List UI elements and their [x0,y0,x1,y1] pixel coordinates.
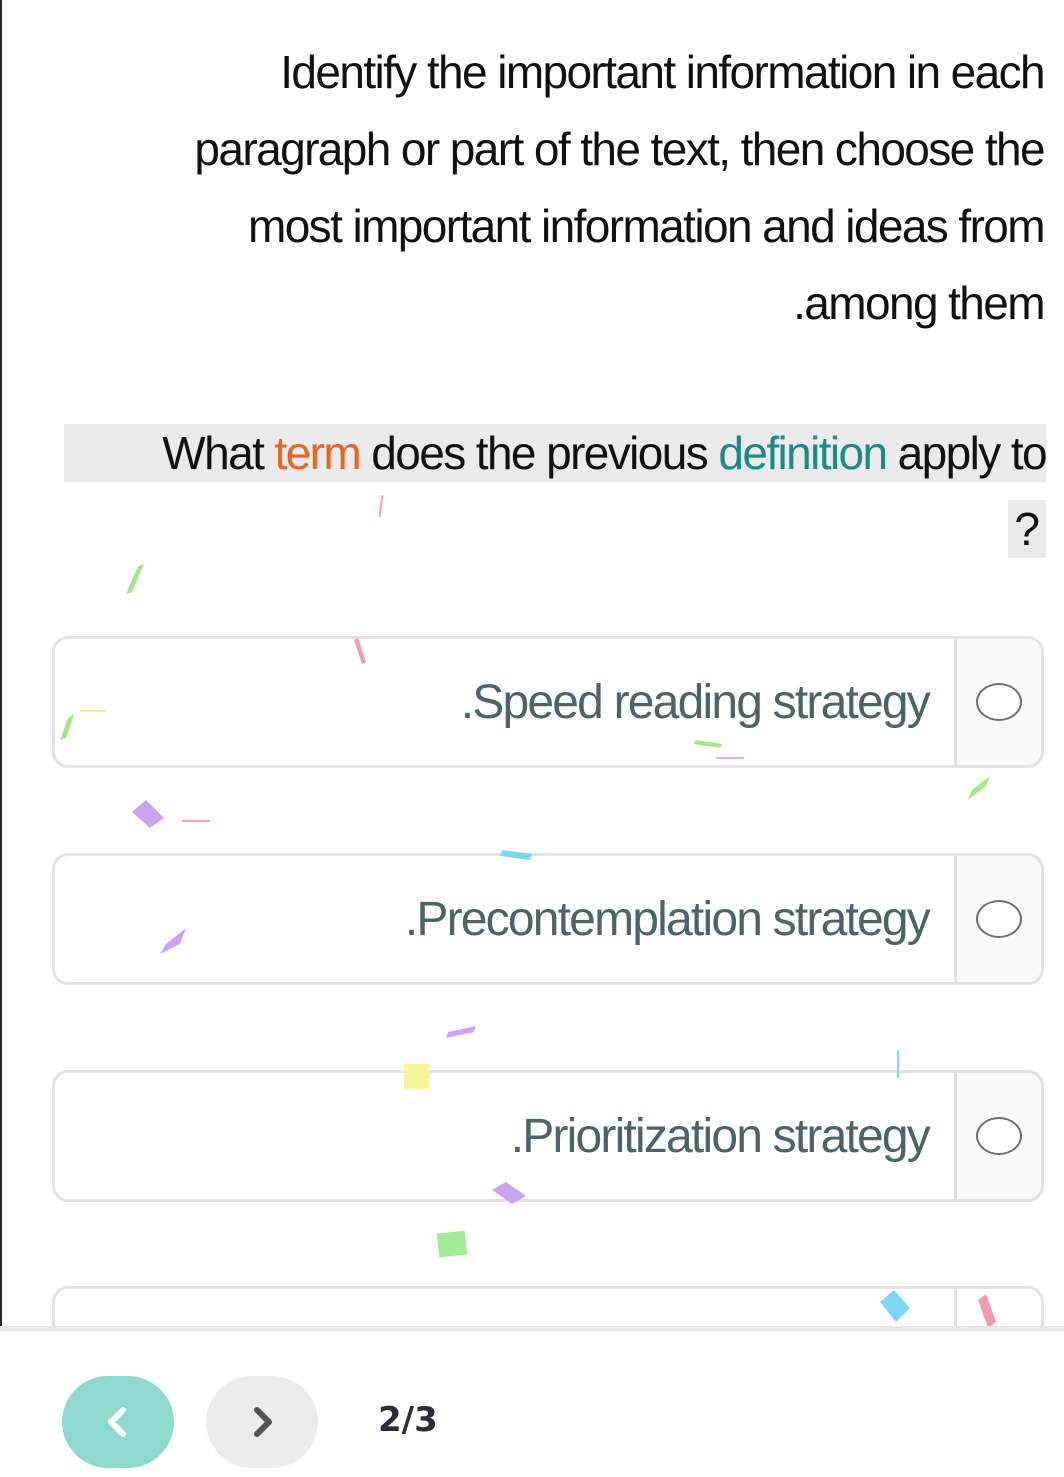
question-mark: ? [1008,500,1046,558]
answer-option-3[interactable]: .Prioritization strategy [52,1070,1044,1202]
radio-button[interactable] [976,900,1022,938]
instructions-text: Identify the important information in ea… [84,34,1046,342]
radio-cell[interactable] [954,856,1041,982]
confetti-piece [446,1026,476,1038]
question-part-3: apply to [886,427,1048,479]
question-part-1: What [162,427,275,479]
answer-option-2[interactable]: .Precontemplation strategy [52,853,1044,985]
instructions-line-4: .among them [793,277,1045,329]
answer-option-label: .Precontemplation strategy [404,892,931,946]
question-term-highlight: term [274,427,361,479]
confetti-piece [132,800,164,828]
previous-button[interactable] [62,1376,174,1468]
instructions-line-1: Identify the important information in ea… [280,46,1045,98]
radio-button[interactable] [976,683,1022,721]
radio-button[interactable] [976,1117,1022,1155]
confetti-piece [182,820,210,822]
chevron-right-icon [254,1407,272,1437]
confetti-piece [436,1230,468,1258]
answer-option-1[interactable]: .Speed reading strategy [52,636,1044,768]
page-counter: 2/3 [378,1400,438,1440]
instructions-line-2: paragraph or part of the text, then choo… [194,123,1045,175]
answer-option-label: .Prioritization strategy [510,1109,931,1163]
instructions-line-3: most important information and ideas fro… [247,200,1046,252]
question-part-2: does the previous [360,427,719,479]
confetti-piece [968,776,990,800]
question-definition-highlight: definition [718,427,888,479]
radio-cell[interactable] [954,1073,1041,1199]
next-button[interactable] [206,1376,318,1468]
answer-option-label: .Speed reading strategy [460,675,931,729]
question-text: What term does the previous definition a… [64,424,1048,482]
left-edge-border [0,0,2,1472]
chevron-left-icon [108,1407,126,1437]
confetti-piece [378,494,384,518]
confetti-piece [126,564,144,594]
radio-cell[interactable] [954,639,1041,765]
